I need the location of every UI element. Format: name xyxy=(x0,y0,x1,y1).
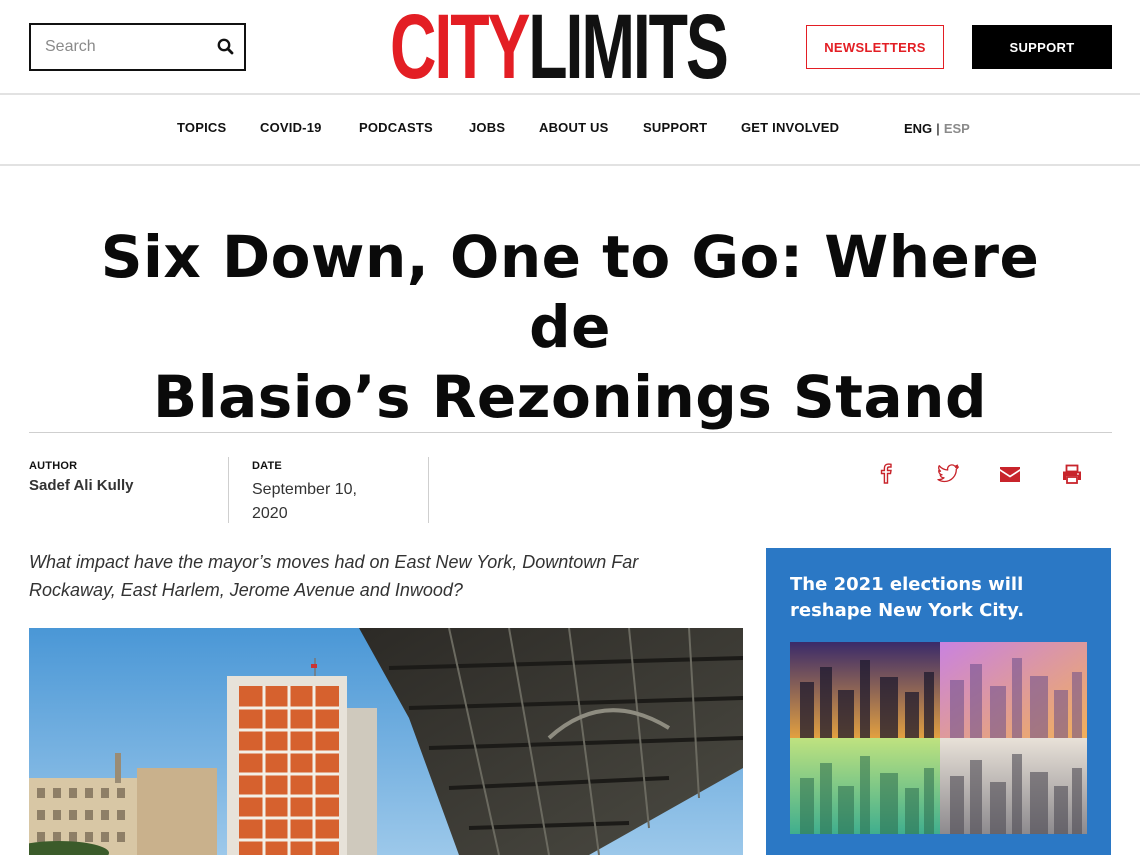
headline-line-1: Six Down, One to Go: Where de xyxy=(100,223,1040,361)
publish-date: September 10, 2020 xyxy=(252,481,357,522)
twitter-icon[interactable] xyxy=(936,461,960,485)
search-box xyxy=(29,23,246,71)
lang-esp-link[interactable]: ESP xyxy=(944,121,970,136)
search-icon[interactable] xyxy=(216,37,236,57)
nav-divider xyxy=(0,164,1140,166)
language-switcher: ENG | ESP xyxy=(904,121,970,136)
nav-item-support[interactable]: SUPPORT xyxy=(643,120,707,135)
meta-divider xyxy=(29,432,1112,433)
nav-item-about-us[interactable]: ABOUT US xyxy=(539,120,609,135)
print-icon[interactable] xyxy=(1060,463,1084,487)
support-button[interactable]: SUPPORT xyxy=(972,25,1112,69)
nav-item-jobs[interactable]: JOBS xyxy=(469,120,505,135)
author-label: AUTHOR xyxy=(29,460,78,472)
logo-city-text: CITY xyxy=(390,0,530,98)
promo-text: The 2021 elections will reshape New York… xyxy=(790,574,1025,621)
email-icon[interactable] xyxy=(998,463,1022,487)
elections-promo[interactable]: The 2021 elections will reshape New York… xyxy=(766,548,1111,855)
date-label: DATE xyxy=(252,460,282,472)
lang-separator: | xyxy=(936,121,940,136)
header-divider xyxy=(0,93,1140,95)
search-input[interactable] xyxy=(31,25,215,69)
article-dek: What impact have the mayor’s moves had o… xyxy=(29,552,639,600)
article-headline: Six Down, One to Go: Where de Blasio’s R… xyxy=(60,222,1080,432)
nav-item-get-involved[interactable]: GET INVOLVED xyxy=(741,120,839,135)
nav-item-covid-19[interactable]: COVID-19 xyxy=(260,120,322,135)
facebook-icon[interactable] xyxy=(874,461,898,485)
author-name[interactable]: Sadef Ali Kully xyxy=(29,477,133,494)
logo-limits-text: LIMITS xyxy=(528,0,729,98)
meta-column-divider xyxy=(428,457,429,523)
lang-eng-link[interactable]: ENG xyxy=(904,121,932,136)
newsletters-button[interactable]: NEWSLETTERS xyxy=(806,25,944,69)
site-logo[interactable]: CITYLIMITS xyxy=(390,1,729,93)
meta-column-divider xyxy=(228,457,229,523)
headline-line-2: Blasio’s Rezonings Stand xyxy=(153,363,987,431)
nav-item-podcasts[interactable]: PODCASTS xyxy=(359,120,433,135)
hero-image xyxy=(29,628,743,855)
promo-image xyxy=(790,642,1087,834)
nav-item-topics[interactable]: TOPICS xyxy=(177,120,226,135)
